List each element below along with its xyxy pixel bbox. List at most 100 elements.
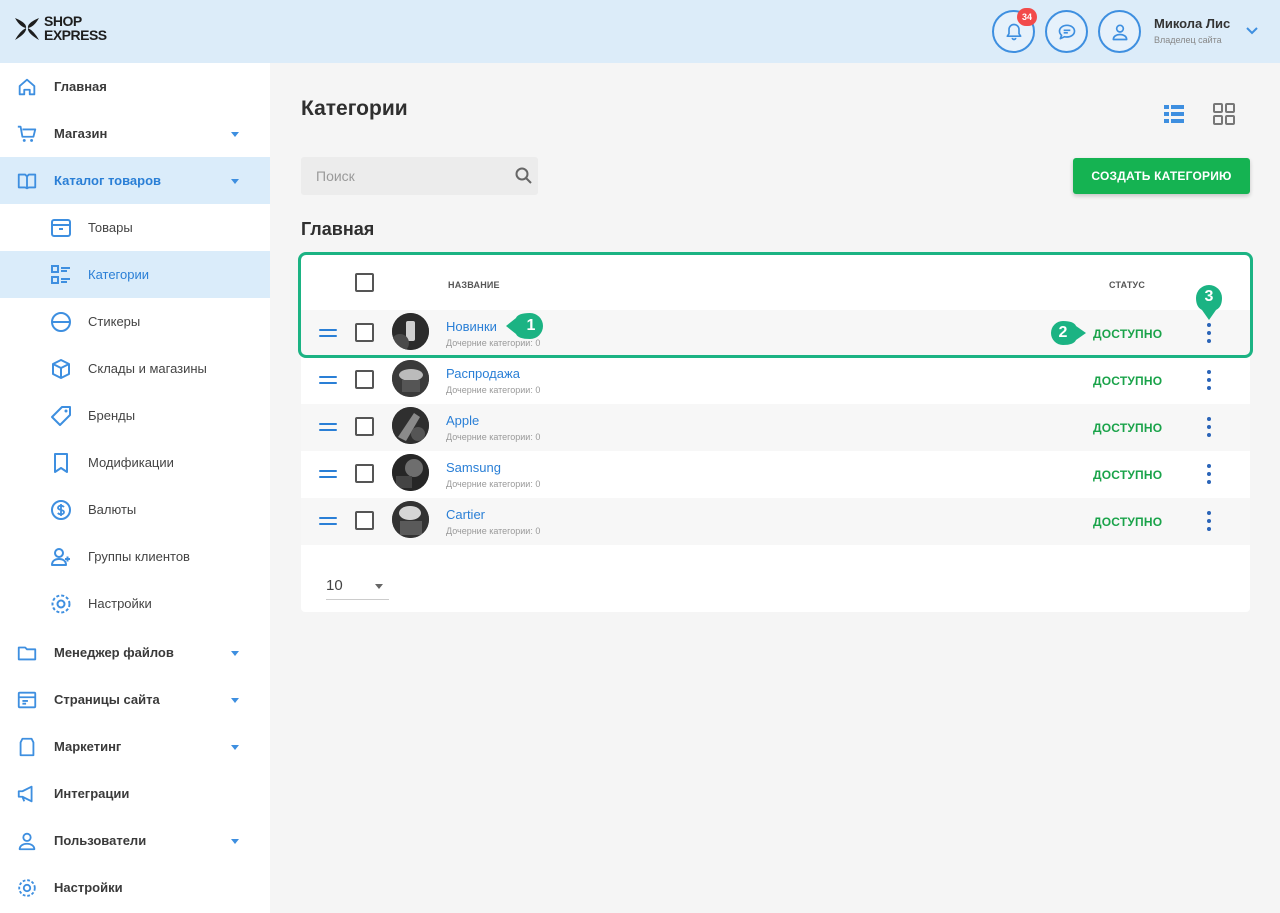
category-image <box>392 407 429 444</box>
sidebar-subitem-label: Модификации <box>88 455 174 470</box>
top-header: SHOP EXPRESS 34 Микола Лис Владелец сайт… <box>0 0 1280 63</box>
row-checkbox[interactable] <box>355 370 374 389</box>
gear-icon <box>48 591 74 617</box>
sidebar-subitem-currencies[interactable]: Валюты <box>0 486 270 533</box>
messages-button[interactable] <box>1045 10 1088 53</box>
shop-express-logo[interactable]: SHOP EXPRESS <box>12 13 107 43</box>
section-title: Главная <box>301 219 375 239</box>
sidebar-item-label: Маркетинг <box>54 739 122 754</box>
more-menu-icon[interactable] <box>1205 370 1213 390</box>
drag-handle-icon[interactable] <box>319 517 337 525</box>
list-view-icon[interactable] <box>1162 102 1186 126</box>
sidebar-item-integrations[interactable]: Интеграции <box>0 770 270 817</box>
gear-icon <box>15 876 39 900</box>
logo-line-1: SHOP <box>44 13 82 29</box>
folder-icon <box>15 641 39 665</box>
sidebar-subitem-settings[interactable]: Настройки <box>0 580 270 627</box>
more-menu-icon[interactable] <box>1205 464 1213 484</box>
caret-down-icon <box>375 584 383 589</box>
category-name-link[interactable]: Apple <box>446 413 479 428</box>
user-role: Владелец сайта <box>1154 35 1222 45</box>
sidebar-subitem-label: Товары <box>88 220 133 235</box>
caret-down-icon <box>231 178 239 184</box>
sidebar-subitem-categories[interactable]: Категории <box>0 251 270 298</box>
sidebar-item-label: Настройки <box>54 880 123 895</box>
sidebar-subitem-label: Валюты <box>88 502 137 517</box>
category-name-link[interactable]: Распродажа <box>446 366 520 381</box>
notification-badge: 34 <box>1017 8 1037 26</box>
drag-handle-icon[interactable] <box>319 470 337 478</box>
user-name[interactable]: Микола Лис <box>1154 16 1230 31</box>
category-name-link[interactable]: Cartier <box>446 507 485 522</box>
users-icon <box>15 829 39 853</box>
sidebar-item-settings[interactable]: Настройки <box>0 864 270 911</box>
logo-text: SHOP EXPRESS <box>44 14 107 42</box>
status-badge: ДОСТУПНО <box>1093 468 1163 482</box>
annotation-number: 3 <box>1204 288 1214 305</box>
chevron-down-icon[interactable] <box>1245 24 1259 38</box>
category-name-link[interactable]: Samsung <box>446 460 501 475</box>
sidebar-item-shop[interactable]: Магазин <box>0 110 270 157</box>
row-checkbox[interactable] <box>355 417 374 436</box>
search-field <box>301 157 538 195</box>
caret-down-icon <box>231 744 239 750</box>
grid-view-icon[interactable] <box>1212 102 1236 126</box>
chat-icon <box>1058 24 1075 40</box>
category-children-count: Дочерние категории: 0 <box>446 385 541 395</box>
annotation-marker-2: 2 <box>1048 318 1088 348</box>
sidebar-item-users[interactable]: Пользователи <box>0 817 270 864</box>
sidebar-item-marketing[interactable]: Маркетинг <box>0 723 270 770</box>
sidebar-subitem-client-groups[interactable]: Группы клиентов <box>0 533 270 580</box>
box-icon <box>48 215 74 241</box>
sidebar-item-catalog[interactable]: Каталог товаров <box>0 157 270 204</box>
megaphone-icon <box>15 782 39 806</box>
sidebar-item-label: Менеджер файлов <box>54 645 174 660</box>
more-menu-icon[interactable] <box>1205 511 1213 531</box>
logo-icon <box>15 18 39 40</box>
page-title: Категории <box>301 97 408 120</box>
dollar-icon <box>48 497 74 523</box>
category-children-count: Дочерние категории: 0 <box>446 526 541 536</box>
sidebar-subitem-brands[interactable]: Бренды <box>0 392 270 439</box>
search-icon[interactable] <box>514 166 534 186</box>
row-checkbox[interactable] <box>355 464 374 483</box>
bookmark-icon <box>48 450 74 476</box>
sidebar-item-home[interactable]: Главная <box>0 63 270 110</box>
annotation-marker-1: 1 <box>504 310 546 342</box>
create-category-button[interactable]: СОЗДАТЬ КАТЕГОРИЮ <box>1073 158 1250 194</box>
more-menu-icon[interactable] <box>1205 417 1213 437</box>
drag-handle-icon[interactable] <box>319 423 337 431</box>
row-checkbox[interactable] <box>355 511 374 530</box>
sidebar-item-label: Главная <box>54 79 107 94</box>
catalog-icon <box>15 169 39 193</box>
client-group-icon <box>48 544 74 570</box>
sidebar-subitem-modifications[interactable]: Модификации <box>0 439 270 486</box>
annotation-number: 1 <box>526 317 536 334</box>
tag-icon <box>48 403 74 429</box>
highlight-frame <box>298 252 1253 358</box>
drag-handle-icon[interactable] <box>319 376 337 384</box>
caret-down-icon <box>231 838 239 844</box>
annotation-marker-3: 3 <box>1194 283 1224 321</box>
category-image <box>392 360 429 397</box>
notifications-button[interactable]: 34 <box>992 8 1037 53</box>
categories-icon <box>48 262 74 288</box>
sidebar-item-site-pages[interactable]: Страницы сайта <box>0 676 270 723</box>
logo-line-2: EXPRESS <box>44 27 107 43</box>
sidebar-subitem-stickers[interactable]: Стикеры <box>0 298 270 345</box>
pages-icon <box>15 688 39 712</box>
sidebar-subitem-label: Настройки <box>88 596 152 611</box>
sidebar-item-label: Страницы сайта <box>54 692 160 707</box>
sidebar-subitem-label: Бренды <box>88 408 136 423</box>
sidebar-subitem-label: Группы клиентов <box>88 549 190 564</box>
warehouse-icon <box>48 356 74 382</box>
page-size-select[interactable]: 10 <box>326 574 389 600</box>
caret-down-icon <box>231 650 239 656</box>
search-input[interactable] <box>301 157 538 195</box>
sidebar-subitem-products[interactable]: Товары <box>0 204 270 251</box>
profile-button[interactable] <box>1098 10 1141 53</box>
sidebar-subitem-warehouses[interactable]: Склады и магазины <box>0 345 270 392</box>
sidebar-item-file-manager[interactable]: Менеджер файлов <box>0 629 270 676</box>
cart-icon <box>15 122 39 146</box>
home-icon <box>15 75 39 99</box>
